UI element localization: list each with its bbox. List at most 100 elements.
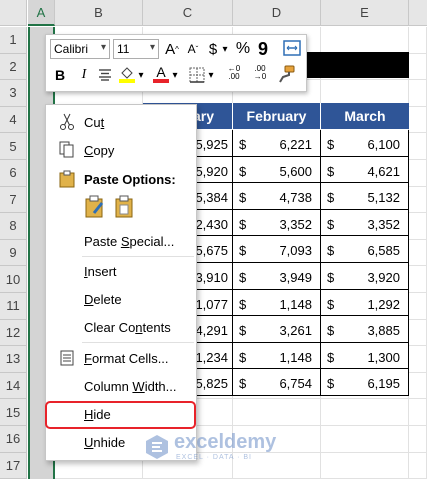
chevron-down-icon[interactable]: ▾ (136, 65, 146, 85)
grid-cell[interactable] (321, 399, 409, 426)
row-header[interactable]: 5 (0, 133, 27, 160)
accounting-format-button[interactable]: $ (206, 39, 220, 59)
grid-cell[interactable] (409, 106, 427, 134)
font-size-value: 11 (117, 42, 130, 56)
borders-button[interactable] (188, 65, 206, 85)
chevron-down-icon[interactable]: ▾ (220, 39, 230, 59)
row-header[interactable]: 17 (0, 452, 27, 479)
grid-cell[interactable] (409, 266, 427, 293)
select-all-corner[interactable] (0, 0, 27, 26)
italic-button[interactable]: I (76, 65, 92, 85)
row-label: 13 (5, 351, 21, 367)
row-label: 2 (9, 58, 17, 74)
grid-cell[interactable] (409, 239, 427, 267)
menu-item-delete[interactable]: Delete (46, 286, 196, 312)
grid-cell[interactable] (321, 452, 409, 479)
grid-cell[interactable] (321, 426, 409, 453)
table-cell-march: $3,885 (321, 316, 409, 343)
grid-cell[interactable] (233, 399, 321, 426)
currency-symbol: $ (327, 216, 335, 232)
row-label: 8 (9, 218, 17, 234)
column-header-f[interactable] (409, 0, 427, 26)
column-label: B (94, 5, 103, 20)
row-label: 4 (9, 112, 17, 128)
menu-item-copy[interactable]: Copy (46, 137, 196, 163)
row-header[interactable]: 2 (0, 53, 27, 81)
column-header-a[interactable]: A (28, 0, 55, 26)
menu-item-column-width[interactable]: Column Width... (46, 373, 196, 399)
merge-center-button[interactable] (282, 38, 302, 58)
row-header[interactable]: 6 (0, 160, 27, 187)
row-header[interactable]: 15 (0, 399, 27, 426)
menu-label: Unhide (84, 434, 126, 450)
menu-item-insert[interactable]: Insert (46, 258, 196, 284)
grid-cell[interactable] (409, 186, 427, 214)
grid-cell[interactable] (409, 80, 427, 107)
bold-button[interactable]: B (52, 65, 68, 85)
font-size-dropdown[interactable]: 11 ▾ (113, 39, 159, 59)
font-name-dropdown[interactable]: Calibri ▾ (50, 39, 110, 59)
column-header-e[interactable]: E (321, 0, 409, 26)
grid-cell[interactable] (409, 426, 427, 453)
menu-item-cut[interactable]: Cut (46, 109, 196, 135)
row-header[interactable]: 7 (0, 186, 27, 214)
grid-cell[interactable] (409, 53, 427, 81)
row-label: 17 (5, 457, 21, 473)
grid-cell[interactable] (409, 27, 427, 54)
cell-value: 3,910 (195, 270, 228, 285)
grid-cell[interactable] (409, 399, 427, 426)
row-label: 3 (9, 85, 17, 101)
cell-value: 1,077 (195, 296, 228, 312)
comma-style-button[interactable]: 9 (256, 39, 270, 59)
grid-cell[interactable] (321, 27, 409, 54)
menu-item-format-cells[interactable]: Format Cells... (46, 345, 196, 371)
row-header[interactable]: 4 (0, 106, 27, 134)
row-header[interactable]: 13 (0, 346, 27, 373)
shrink-font-button[interactable]: Aˇ (184, 39, 202, 59)
paste-formatting-button[interactable] (84, 195, 106, 219)
row-header[interactable]: 16 (0, 426, 27, 453)
percent-style-button[interactable]: % (234, 39, 252, 59)
grid-cell[interactable] (409, 372, 427, 400)
align-center-button[interactable] (96, 65, 114, 85)
grid-cell[interactable] (409, 319, 427, 347)
grid-cell[interactable] (409, 452, 427, 479)
table-cell-march: $5,132 (321, 183, 409, 210)
grid-cell[interactable] (409, 346, 427, 373)
grid-cell[interactable] (409, 133, 427, 160)
cell-value: 3,885 (367, 323, 400, 339)
table-header-february: February (233, 103, 321, 129)
cell-value: 4,738 (279, 190, 312, 206)
chevron-down-icon[interactable]: ▾ (206, 65, 216, 85)
grid-cell[interactable] (409, 293, 427, 320)
grid-cell[interactable] (409, 160, 427, 187)
row-header[interactable]: 14 (0, 372, 27, 400)
format-painter-button[interactable] (276, 64, 296, 84)
increase-decimal-button[interactable]: ←0 .00 (222, 63, 246, 83)
menu-item-paste-special[interactable]: Paste Special... (46, 228, 196, 254)
row-header[interactable]: 10 (0, 266, 27, 293)
chevron-down-icon[interactable]: ▾ (170, 65, 180, 85)
grid-cell[interactable] (409, 213, 427, 240)
column-header-c[interactable]: C (143, 0, 233, 26)
column-header-b[interactable]: B (55, 0, 143, 26)
grow-font-button[interactable]: A ^ (163, 39, 181, 59)
row-header[interactable]: 11 (0, 293, 27, 320)
row-label: 1 (9, 32, 17, 48)
column-header-d[interactable]: D (233, 0, 321, 26)
chevron-down-icon: ▾ (100, 42, 106, 53)
row-header[interactable]: 12 (0, 319, 27, 347)
row-header[interactable]: 3 (0, 80, 27, 107)
row-header[interactable]: 1 (0, 27, 27, 54)
row-header[interactable]: 8 (0, 213, 27, 240)
column-label: D (271, 5, 282, 20)
fill-color-button[interactable] (118, 64, 136, 84)
menu-item-clear-contents[interactable]: Clear Contents (46, 314, 196, 340)
paste-button[interactable] (114, 195, 136, 219)
row-label: 5 (9, 138, 17, 154)
row-header[interactable]: 9 (0, 239, 27, 267)
font-color-button[interactable]: A (152, 64, 170, 84)
cell-value: 3,352 (279, 216, 312, 232)
table-cell-march: $1,292 (321, 289, 409, 317)
decrease-decimal-button[interactable]: .00 →0 (248, 63, 272, 83)
